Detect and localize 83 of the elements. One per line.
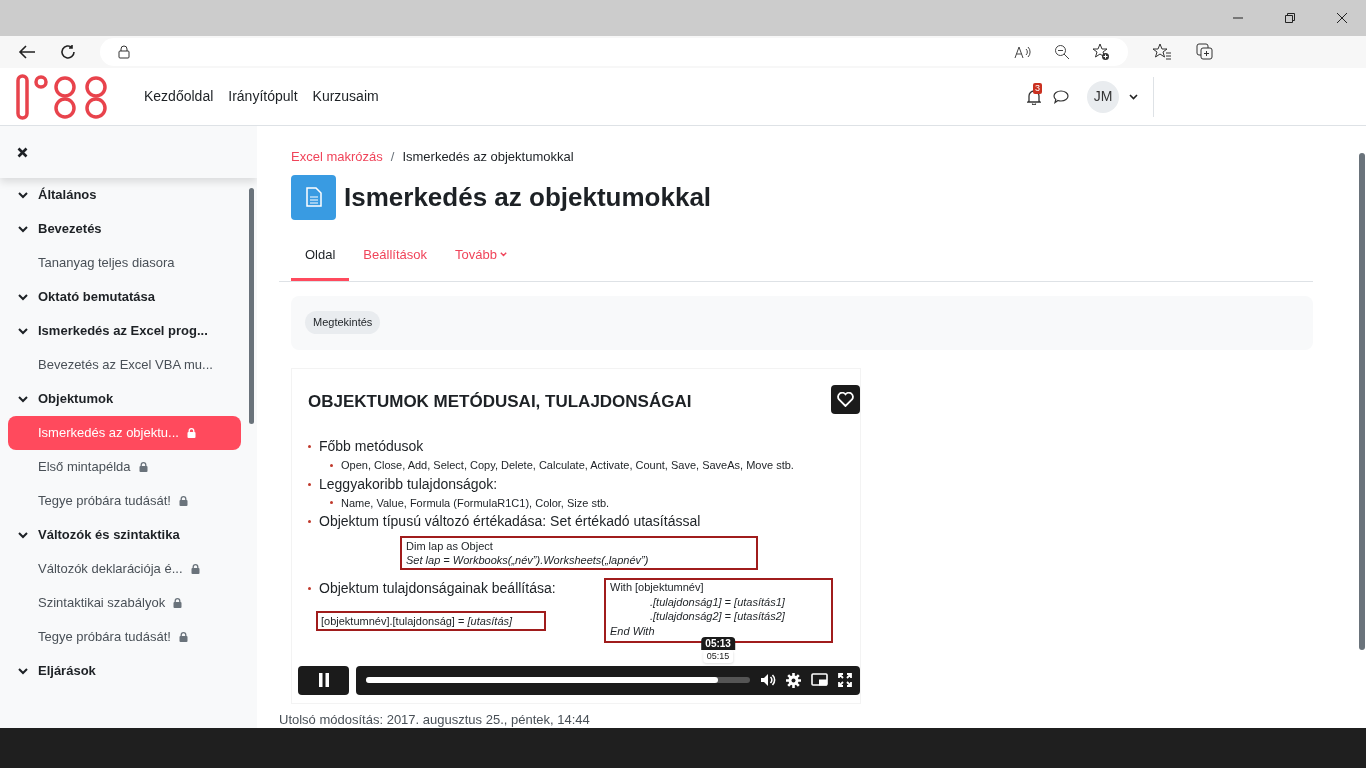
page-scrollbar[interactable]	[1359, 153, 1365, 650]
bullet-text: Objektum típusú változó értékadása: Set értékadó utasítással	[319, 512, 701, 531]
chevron-down-icon[interactable]	[18, 191, 28, 199]
fullscreen-icon[interactable]	[838, 673, 852, 687]
lock-icon	[118, 45, 130, 59]
volume-icon[interactable]	[760, 673, 776, 687]
breadcrumb-link[interactable]: Excel makrózás	[291, 147, 383, 167]
code-line: End With	[610, 623, 656, 638]
back-icon[interactable]	[18, 44, 36, 60]
pause-icon	[317, 673, 330, 687]
favorites-icon[interactable]	[1152, 43, 1172, 61]
restore-icon[interactable]	[1284, 12, 1296, 24]
heart-icon	[837, 391, 854, 407]
close-icon[interactable]	[1336, 12, 1348, 24]
breadcrumb-separator: /	[390, 148, 395, 166]
hover-time-tooltip: 05:15	[702, 650, 734, 663]
bullet-text: Objektum tulajdonságainak beállítása:	[319, 579, 556, 598]
section-title[interactable]: Általános	[38, 185, 97, 205]
current-time: 05:13	[701, 637, 735, 650]
tab[interactable]: Beállítások	[349, 231, 441, 281]
bullet-text: Főbb metódusok	[319, 437, 424, 456]
code-line: With [objektumnév]	[610, 580, 705, 595]
chevron-down-icon[interactable]	[18, 225, 28, 233]
page-title: Ismerkedés az objektumokkal	[344, 180, 712, 214]
section-title[interactable]: Ismerkedés az Excel prog...	[38, 321, 208, 341]
pause-button[interactable]	[298, 665, 349, 695]
collections-icon[interactable]	[1196, 43, 1214, 61]
code-line: Dim lap as Object	[406, 539, 494, 553]
sidebar-item[interactable]: Változók deklarációja é...	[8, 552, 241, 586]
sub-bullet-text: Open, Close, Add, Select, Copy, Delete, Calculate, Activate, Count, Save, SaveAs, Move stb.	[341, 458, 794, 473]
chevron-down-icon[interactable]	[18, 531, 28, 539]
code-box: [objektumnév].[tulajdonság] = [utasítás]	[316, 611, 546, 631]
favorite-button[interactable]	[831, 384, 860, 414]
bullet-icon	[308, 587, 311, 590]
sidebar-item[interactable]: Tegye próbára tudását!	[8, 484, 241, 518]
sidebar-scrollbar[interactable]	[249, 188, 254, 424]
tab[interactable]: Oldal	[291, 231, 350, 281]
section-title[interactable]: Változók és szintaktika	[38, 525, 180, 545]
code-line: .[tulajdonság1] = [utasítás1]	[650, 594, 786, 609]
document-icon	[305, 187, 322, 207]
bullet-icon	[330, 463, 333, 467]
close-icon[interactable]	[17, 146, 28, 158]
sidebar-item[interactable]: Tegye próbára tudását!	[8, 620, 241, 654]
nav-link[interactable]: Kurzusaim	[312, 86, 379, 107]
bullet-icon	[308, 445, 311, 448]
section-title[interactable]: Objektumok	[38, 389, 114, 409]
code-line: Set lap = Workbooks(„név”).Worksheets(„lapnév”)	[406, 553, 650, 567]
add-favorite-icon[interactable]	[1092, 43, 1110, 61]
nav-link[interactable]: Kezdőoldal	[144, 86, 214, 107]
chevron-down-icon[interactable]	[18, 395, 28, 403]
chevron-down-icon[interactable]	[18, 327, 28, 335]
section-title[interactable]: Oktató bemutatása	[38, 287, 156, 307]
sidebar-item[interactable]: Tananyag teljes diasora	[8, 246, 241, 280]
settings-icon[interactable]	[786, 672, 801, 688]
chat-icon[interactable]	[1053, 89, 1069, 104]
logo-icon[interactable]	[16, 73, 110, 120]
caret-icon	[499, 252, 507, 257]
notification-badge: 3	[1033, 82, 1042, 94]
slide-title: OBJEKTUMOK METÓDUSAI, TULAJDONSÁGAI	[308, 390, 693, 413]
sidebar-item[interactable]: Első mintapélda	[8, 450, 241, 484]
zoom-out-icon[interactable]	[1054, 44, 1070, 60]
read-aloud-icon[interactable]	[1014, 45, 1032, 59]
bullet-text: Leggyakoribb tulajdonságok:	[319, 474, 498, 494]
reload-icon[interactable]	[60, 44, 76, 60]
bullet-icon	[308, 520, 311, 523]
tab[interactable]: Tovább	[440, 231, 521, 281]
code-line: .[tulajdonság2] = [utasítás2]	[650, 609, 786, 624]
last-modified-text: Utolsó módosítás: 2017. augusztus 25., péntek, 14:44	[279, 710, 591, 729]
nav-link[interactable]: Irányítópult	[228, 86, 298, 107]
bullet-icon	[308, 482, 311, 486]
section-title[interactable]: Bevezetés	[38, 219, 102, 239]
sidebar-item[interactable]: Szintaktikai szabályok	[8, 586, 241, 620]
picture-in-picture-icon[interactable]	[811, 673, 828, 687]
sidebar-item[interactable]: Bevezetés az Excel VBA mu...	[8, 348, 241, 382]
user-avatar[interactable]: JM	[1087, 80, 1119, 113]
section-title[interactable]: Eljárások	[38, 661, 96, 681]
chevron-down-icon[interactable]	[18, 667, 28, 675]
caret-icon[interactable]	[1129, 93, 1138, 100]
chevron-down-icon[interactable]	[18, 293, 28, 301]
view-button[interactable]: Megtekintés	[305, 311, 381, 334]
bullet-icon	[330, 501, 333, 505]
breadcrumb-current: Ismerkedés az objektumokkal	[402, 148, 574, 166]
sub-bullet-text: Name, Value, Formula (FormulaR1C1), Color, Size stb.	[341, 495, 610, 511]
